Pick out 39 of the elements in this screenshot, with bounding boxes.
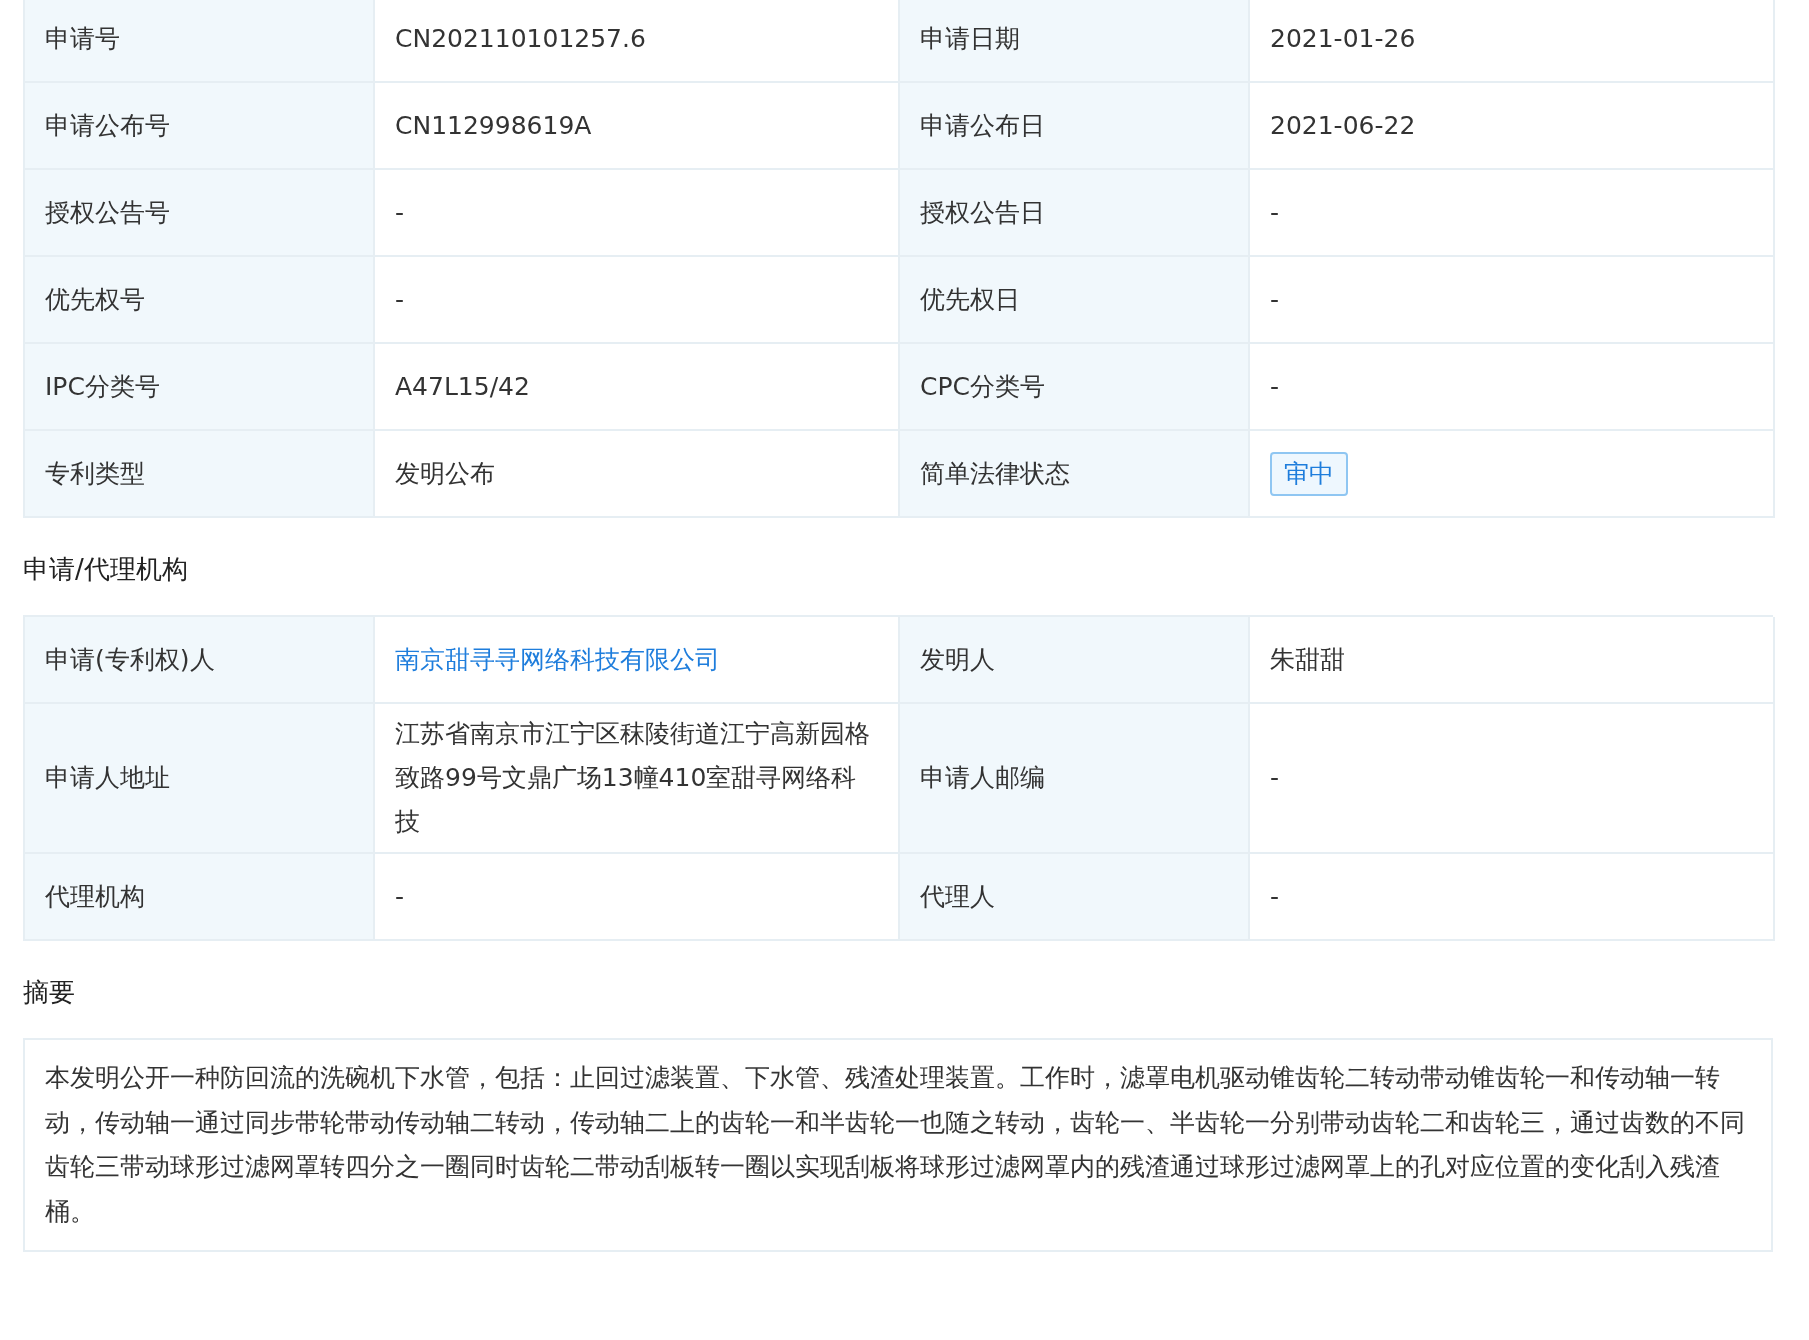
field-value: - xyxy=(1270,370,1280,403)
field-value: 2021-01-26 xyxy=(1270,22,1416,55)
field-label: 申请公布日 xyxy=(900,83,1250,170)
field-value: - xyxy=(395,880,405,913)
section-title: 摘要 xyxy=(23,976,76,1009)
field-value: 发明公布 xyxy=(395,457,495,490)
field-label: 申请公布号 xyxy=(25,83,375,170)
field-value: 江苏省南京市江宁区秣陵街道江宁高新园格致路99号文鼎广场13幢410室甜寻网络科技 xyxy=(395,718,871,838)
field-label: 申请日期 xyxy=(900,0,1250,83)
field-label: 代理人 xyxy=(900,854,1250,941)
field-value: - xyxy=(1270,880,1280,913)
field-value: 2021-06-22 xyxy=(1270,109,1416,142)
field-label: 简单法律状态 xyxy=(900,431,1250,518)
field-value: CN112998619A xyxy=(395,109,592,142)
field-value: 朱甜甜 xyxy=(1270,643,1345,676)
field-label: 授权公告号 xyxy=(25,170,375,257)
field-label: 申请人邮编 xyxy=(900,704,1250,854)
field-value: A47L15/42 xyxy=(395,370,530,403)
field-value: - xyxy=(395,283,405,316)
field-value: - xyxy=(1270,196,1280,229)
field-label: IPC分类号 xyxy=(25,344,375,431)
field-label: 申请(专利权)人 xyxy=(25,617,375,704)
section-title: 申请/代理机构 xyxy=(23,553,189,586)
applicant-link[interactable]: 南京甜寻寻网络科技有限公司 xyxy=(395,637,720,682)
field-label: CPC分类号 xyxy=(900,344,1250,431)
field-label: 专利类型 xyxy=(25,431,375,518)
field-label: 授权公告日 xyxy=(900,170,1250,257)
status-tag: 审中 xyxy=(1270,451,1348,496)
field-value: - xyxy=(1270,283,1280,316)
field-label: 申请人地址 xyxy=(25,704,375,854)
field-value: CN202110101257.6 xyxy=(395,22,646,55)
field-value: - xyxy=(395,196,405,229)
field-value: - xyxy=(1270,762,1280,794)
field-label: 代理机构 xyxy=(25,854,375,941)
abstract-text: 本发明公开一种防回流的洗碗机下水管，包括：止回过滤装置、下水管、残渣处理装置。工作时，滤罩电机驱动锥齿轮二转动带动锥齿轮一和传动轴一转动，传动轴一通过同步带轮带动传动轴二转动，传动轴二上的齿轮一和半齿轮一也随之转动，齿轮一、半齿轮一分别带动齿轮二和齿轮三，通过齿数的不同齿轮三带动球形过滤网罩转四分之一圈同时齿轮二带动刮板转一圈以实现刮板将球形过滤网罩内的残渣通过球形过滤网罩上的孔对应位置的变化刮入残渣桶。 xyxy=(23,1038,1773,1252)
field-label: 优先权日 xyxy=(900,257,1250,344)
field-label: 发明人 xyxy=(900,617,1250,704)
field-label: 优先权号 xyxy=(25,257,375,344)
field-label: 申请号 xyxy=(25,0,375,83)
